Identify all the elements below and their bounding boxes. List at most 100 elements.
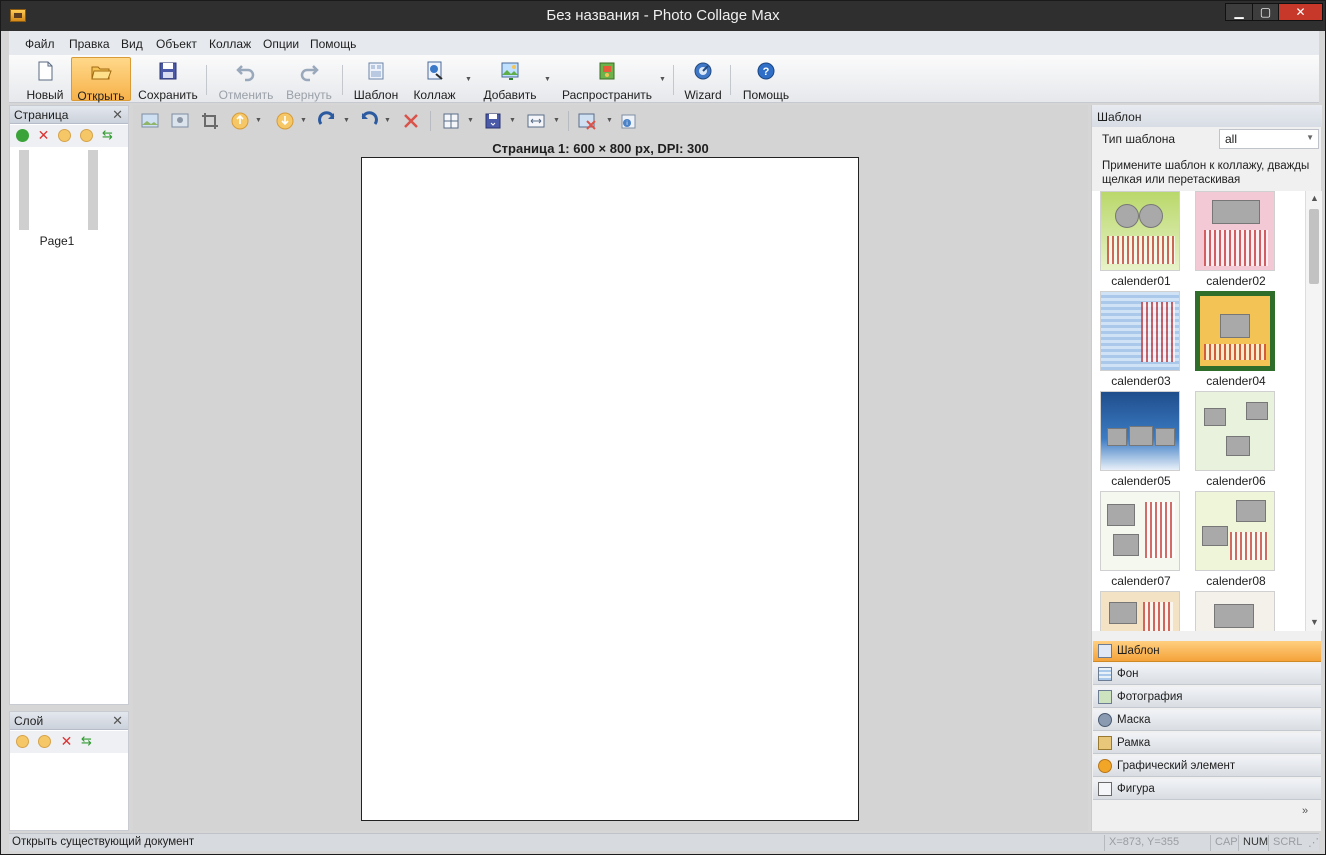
collage-button[interactable]: Коллаж [407,57,462,102]
template-item[interactable]: calender03 [1100,291,1182,388]
scroll-thumb[interactable] [1309,209,1319,284]
share-button[interactable]: Распространить [562,57,652,102]
share-dropdown-arrow[interactable]: ▼ [659,76,666,83]
template-item[interactable] [1100,591,1182,631]
scroll-up-icon[interactable]: ▲ [1310,193,1319,203]
template-button[interactable]: Шаблон [351,57,401,102]
rotate-right-dropdown-arrow[interactable]: ▼ [343,117,350,124]
new-button[interactable]: Новый [19,57,71,102]
photo-placeholder [1129,426,1153,446]
help-button[interactable]: ? Помощь [741,57,791,102]
template-panel-header: Шаблон [1092,105,1322,127]
status-scrl: SCRL [1268,835,1304,851]
template-type-label: Тип шаблона [1102,132,1176,146]
swap-layer-icon[interactable]: ⇆ [81,734,94,748]
status-cap: CAP [1210,835,1238,851]
tab-mask[interactable]: Маска [1093,710,1321,731]
redo-button[interactable]: Вернуть [281,57,337,102]
collage-dropdown-arrow[interactable]: ▼ [465,76,472,83]
menu-file[interactable]: Файл [25,37,55,51]
tab-template[interactable]: Шаблон [1093,641,1321,662]
delete-page-icon[interactable]: ✕ [37,128,50,142]
menu-edit[interactable]: Правка [69,37,110,51]
align-icon[interactable] [441,111,461,131]
svg-text:i: i [626,121,627,127]
calendar-grid [1204,230,1268,266]
tab-label: Фигура [1117,783,1155,795]
template-item[interactable]: calender01 [1100,191,1182,288]
photo-icon [1098,690,1112,704]
template-item[interactable]: calender08 [1195,491,1277,588]
close-icon[interactable]: ✕ [112,713,123,729]
collage-page-canvas[interactable] [361,157,859,821]
add-page-icon[interactable] [16,129,29,142]
menu-view[interactable]: Вид [121,37,143,51]
delete-icon[interactable] [401,111,421,131]
scroll-down-icon[interactable]: ▼ [1310,617,1319,627]
distribute-dropdown-arrow[interactable]: ▼ [509,117,516,124]
resize-grip-icon[interactable]: ⋰ [1304,835,1319,851]
distribute-icon[interactable] [483,111,503,131]
tab-shape[interactable]: Фигура [1093,779,1321,800]
delete-layer-icon[interactable]: ✕ [60,734,73,748]
resize-icon[interactable] [526,111,546,131]
bring-forward-dropdown-arrow[interactable]: ▼ [255,117,262,124]
template-scrollbar[interactable]: ▲ ▼ [1305,191,1322,631]
undo-button[interactable]: Отменить [215,57,277,102]
template-thumbnail [1100,491,1180,571]
layer-down-icon[interactable] [38,735,51,748]
close-button[interactable]: ✕ [1278,3,1323,21]
page-thumbnail[interactable] [19,150,98,230]
add-dropdown-arrow[interactable]: ▼ [544,76,551,83]
rotate-left-dropdown-arrow[interactable]: ▼ [384,117,391,124]
photo-placeholder [1139,204,1163,228]
rotate-right-icon[interactable] [317,111,337,131]
crop-icon[interactable] [200,111,220,131]
open-button[interactable]: Открыть [71,57,131,103]
template-item[interactable]: calender04 [1195,291,1277,388]
menu-options[interactable]: Опции [263,37,299,51]
tab-label: Рамка [1117,737,1151,749]
swap-icon[interactable]: ⇆ [102,128,115,142]
template-type-select[interactable]: all ▼ [1219,129,1319,149]
canvas-area: ▼ ▼ ▼ ▼ ▼ ▼ ▼ ▼ i Страница 1: 600 × 800 … [133,105,1088,831]
properties-icon[interactable]: i [619,111,639,131]
template-item[interactable]: calender05 [1100,391,1182,488]
tab-graphic-element[interactable]: Графический элемент [1093,756,1321,777]
image-icon[interactable] [140,111,160,131]
move-up-icon[interactable] [58,129,71,142]
layer-up-icon[interactable] [16,735,29,748]
send-backward-dropdown-arrow[interactable]: ▼ [300,117,307,124]
remove-image-icon[interactable] [577,111,597,131]
template-thumbnail [1195,191,1275,271]
template-thumbnail [1195,291,1275,371]
menu-help[interactable]: Помощь [310,37,356,51]
template-item[interactable]: calender02 [1195,191,1277,288]
close-icon[interactable]: ✕ [112,107,123,123]
template-label: calender02 [1206,274,1266,288]
add-image-icon [501,62,519,80]
tab-frame[interactable]: Рамка [1093,733,1321,754]
bring-forward-icon[interactable] [230,111,250,131]
maximize-button[interactable]: ▢ [1252,3,1279,21]
menu-object[interactable]: Объект [156,37,197,51]
minimize-button[interactable]: ▁ [1225,3,1253,21]
menu-collage[interactable]: Коллаж [209,37,251,51]
help-icon: ? [757,62,775,80]
template-item[interactable]: calender07 [1100,491,1182,588]
align-dropdown-arrow[interactable]: ▼ [467,117,474,124]
tab-photo[interactable]: Фотография [1093,687,1321,708]
template-item[interactable]: calender06 [1195,391,1277,488]
move-down-icon[interactable] [80,129,93,142]
image-edit-icon[interactable] [170,111,190,131]
remove-image-dropdown-arrow[interactable]: ▼ [606,117,613,124]
send-backward-icon[interactable] [275,111,295,131]
rotate-left-icon[interactable] [359,111,379,131]
add-button[interactable]: Добавить [479,57,541,102]
more-tabs-icon[interactable]: » [1302,805,1308,817]
wizard-button[interactable]: Wizard [681,57,725,102]
save-button[interactable]: Сохранить [137,57,199,102]
resize-dropdown-arrow[interactable]: ▼ [553,117,560,124]
template-item[interactable] [1195,591,1277,631]
tab-background[interactable]: Фон [1093,664,1321,685]
